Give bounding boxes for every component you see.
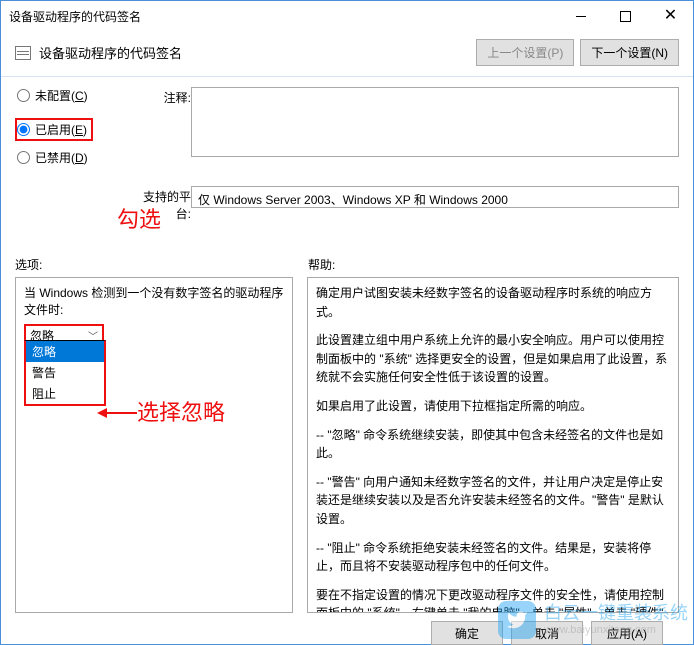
minimize-button[interactable] <box>558 1 603 31</box>
help-panel: 确定用户试图安装未经数字签名的设备驱动程序时系统的响应方式。 此设置建立组中用户… <box>307 277 679 613</box>
help-p7: 要在不指定设置的情况下更改驱动程序文件的安全性，请使用控制面板中的 "系统"。右… <box>316 586 670 613</box>
policy-icon <box>15 46 31 60</box>
option-block[interactable]: 阻止 <box>26 383 104 404</box>
dialog-window: 设备驱动程序的代码签名 ✕ 设备驱动程序的代码签名 上一个设置(P) 下一个设置… <box>0 0 694 645</box>
maximize-button[interactable] <box>603 1 648 31</box>
help-p5: -- "警告" 向用户通知未经数字签名的文件，并让用户决定是停止安装还是继续安装… <box>316 473 670 529</box>
annotation-enabled-box: 已启用(E) <box>15 118 93 141</box>
cancel-button[interactable]: 取消 <box>511 621 583 645</box>
comment-label: 注释: <box>133 87 191 180</box>
options-prompt: 当 Windows 检测到一个没有数字签名的驱动程序文件时: <box>24 284 284 318</box>
platform-label: 支持的平台: <box>133 186 191 222</box>
help-label: 帮助: <box>308 256 335 273</box>
help-p2: 此设置建立组中用户系统上允许的最小安全响应。用户可以使用控制面板中的 "系统" … <box>316 331 670 387</box>
divider <box>1 76 693 77</box>
window-title: 设备驱动程序的代码签名 <box>9 8 558 25</box>
prev-setting-button[interactable]: 上一个设置(P) <box>476 39 574 66</box>
radio-disabled[interactable]: 已禁用(D) <box>17 149 125 166</box>
titlebar: 设备驱动程序的代码签名 ✕ <box>1 1 693 31</box>
radio-unconfigured-input[interactable] <box>17 89 30 102</box>
radio-enabled-input[interactable] <box>17 123 30 136</box>
options-label: 选项: <box>15 256 308 273</box>
platform-field: 仅 Windows Server 2003、Windows XP 和 Windo… <box>191 186 679 208</box>
radio-disabled-input[interactable] <box>17 151 30 164</box>
comment-textarea[interactable] <box>191 87 679 157</box>
header-title: 设备驱动程序的代码签名 <box>39 43 470 62</box>
option-ignore[interactable]: 忽略 <box>26 341 104 362</box>
radio-unconfigured[interactable]: 未配置(C) <box>17 87 125 104</box>
radio-enabled[interactable]: 已启用(E) <box>17 121 87 138</box>
help-p3: 如果启用了此设置，请使用下拉框指定所需的响应。 <box>316 397 670 416</box>
footer: 确定 取消 应用(A) <box>15 613 679 645</box>
close-button[interactable]: ✕ <box>648 1 693 31</box>
ok-button[interactable]: 确定 <box>431 621 503 645</box>
help-p6: -- "阻止" 命令系统拒绝安装未经签名的文件。结果是，安装将停止，而且将不安装… <box>316 539 670 576</box>
dropdown-list: 忽略 警告 阻止 <box>24 340 106 406</box>
next-setting-button[interactable]: 下一个设置(N) <box>580 39 679 66</box>
help-p1: 确定用户试图安装未经数字签名的设备驱动程序时系统的响应方式。 <box>316 284 670 321</box>
header: 设备驱动程序的代码签名 上一个设置(P) 下一个设置(N) <box>1 31 693 76</box>
options-panel: 当 Windows 检测到一个没有数字签名的驱动程序文件时: 忽略 ﹀ 忽略 警… <box>15 277 293 613</box>
help-p4: -- "忽略" 命令系统继续安装，即使其中包含未经签名的文件也是如此。 <box>316 426 670 463</box>
state-radio-group: 未配置(C) 已启用(E) 已禁用(D) <box>15 87 125 166</box>
option-warn[interactable]: 警告 <box>26 362 104 383</box>
apply-button[interactable]: 应用(A) <box>591 621 663 645</box>
